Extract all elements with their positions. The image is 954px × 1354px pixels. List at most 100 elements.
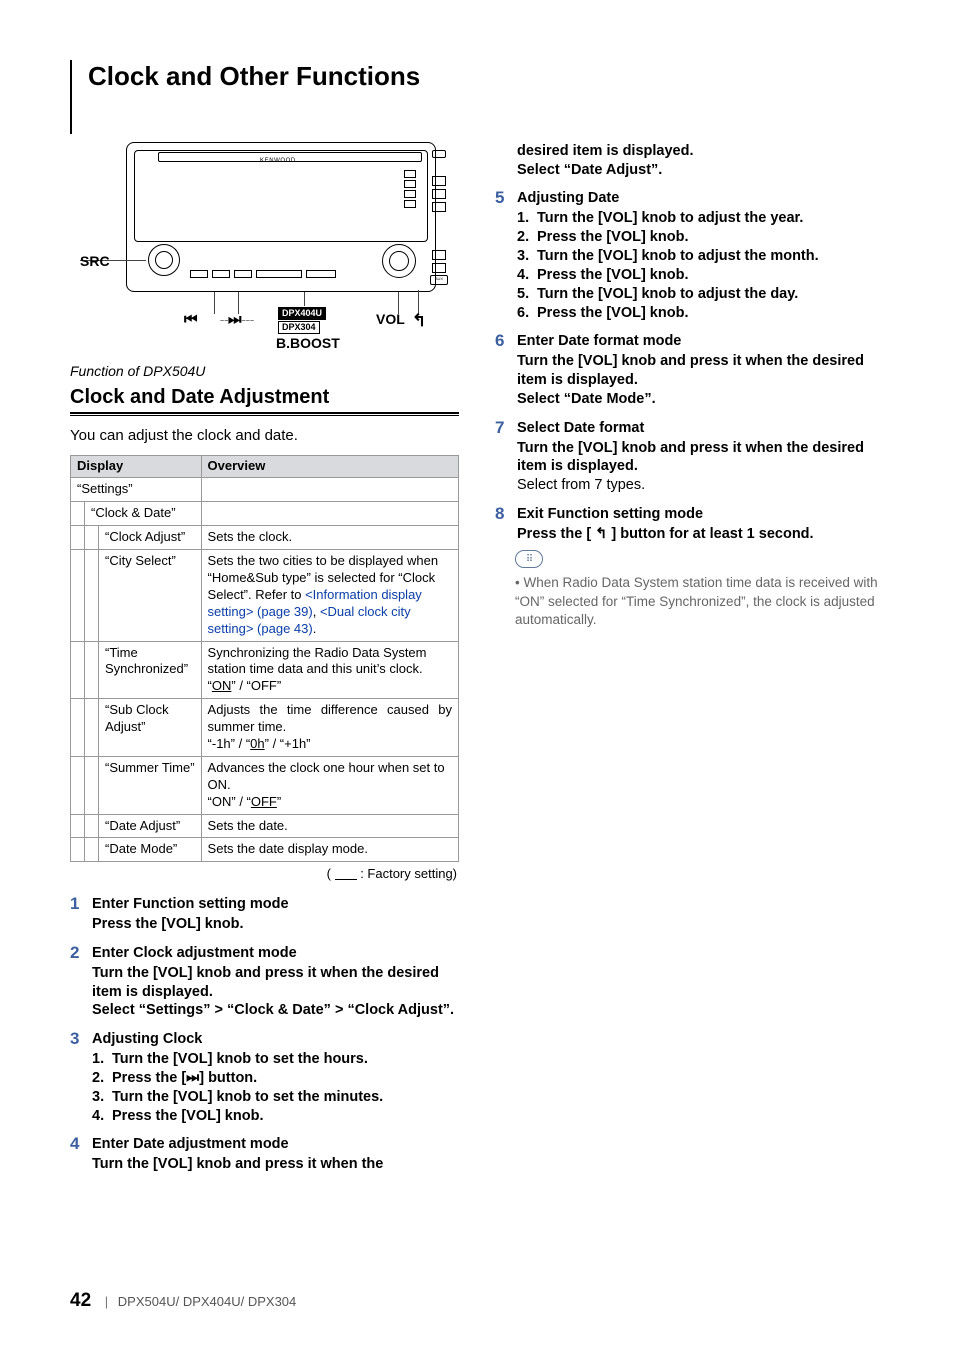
chevron-right-icon: > <box>214 1002 222 1018</box>
device-figure: AUX KENWOOD ~~~~~~~~ SRC ⏮ ⏭ VOL ↰ <box>80 142 460 332</box>
step-title: Enter Date format mode <box>517 332 884 351</box>
page-title: Clock and Other Functions <box>88 60 884 94</box>
cell-display: “Clock Adjust” <box>99 526 202 550</box>
step-text: Select “Date Mode”. <box>517 390 884 409</box>
table-row: “Summer Time” Advances the clock one hou… <box>71 756 459 814</box>
substep: 5.Turn the [VOL] knob to adjust the day. <box>517 285 884 304</box>
table-row: “City Select” Sets the two cities to be … <box>71 550 459 641</box>
step-text: Press the [ ↰ ] button for at least 1 se… <box>517 525 884 544</box>
step-number: 3 <box>70 1030 84 1125</box>
next-track-icon: ⏭ <box>186 1070 199 1086</box>
step-text: Turn the [VOL] knob and press it when th… <box>517 352 884 390</box>
step-8: 8 Exit Function setting mode Press the [… <box>495 505 884 544</box>
substep: 4.Press the [VOL] knob. <box>92 1107 459 1126</box>
step-text: desired item is displayed. <box>517 142 884 161</box>
substep: 2.Press the [⏭] button. <box>92 1069 459 1088</box>
note-icon: ⠿ <box>515 550 543 568</box>
model-badge-1: DPX404U <box>278 307 326 321</box>
brand-label: KENWOOD <box>260 158 296 166</box>
cell-overview: Sets the two cities to be displayed when… <box>201 550 458 641</box>
notes-list: When Radio Data System station time data… <box>495 574 884 629</box>
step-title: Exit Function setting mode <box>517 505 884 524</box>
table-row: “Settings” <box>71 478 459 502</box>
table-row: “Date Adjust” Sets the date. <box>71 814 459 838</box>
substep: 3.Turn the [VOL] knob to set the minutes… <box>92 1088 459 1107</box>
cell-display: “Settings” <box>71 478 202 502</box>
step-2: 2 Enter Clock adjustment mode Turn the [… <box>70 944 459 1020</box>
right-column: desired item is displayed. Select “Date … <box>495 142 884 1174</box>
step-subtext: Select from 7 types. <box>517 476 884 495</box>
cell-display: “Sub Clock Adjust” <box>99 699 202 757</box>
side-buttons <box>432 176 446 212</box>
eject-button-icon <box>432 150 446 158</box>
cell-display: “City Select” <box>99 550 202 641</box>
step-text: Press the [VOL] knob. <box>92 915 459 934</box>
step-6: 6 Enter Date format mode Turn the [VOL] … <box>495 332 884 408</box>
table-row: “Clock Adjust” Sets the clock. <box>71 526 459 550</box>
cell-overview <box>201 502 458 526</box>
page-number: 42 <box>70 1290 91 1311</box>
col-overview: Overview <box>201 456 458 478</box>
src-knob-icon <box>148 244 180 276</box>
cell-overview: Sets the clock. <box>201 526 458 550</box>
step-number: 4 <box>70 1135 84 1174</box>
step-5: 5 Adjusting Date 1.Turn the [VOL] knob t… <box>495 189 884 322</box>
prev-track-icon: ⏮ <box>184 310 198 330</box>
step-number: 1 <box>70 895 84 934</box>
section-rule <box>70 412 459 416</box>
factory-setting-note: ( : Factory setting) <box>70 866 457 883</box>
back-icon: ↰ <box>595 526 607 542</box>
step-title: Enter Date adjustment mode <box>92 1135 459 1154</box>
cell-display: “Clock & Date” <box>85 502 202 526</box>
cell-overview: Adjusts the time difference caused by su… <box>201 699 458 757</box>
step-text: Turn the [VOL] knob and press it when th… <box>92 1155 459 1174</box>
substep: 2.Press the [VOL] knob. <box>517 228 884 247</box>
step-title: Adjusting Date <box>517 189 884 208</box>
step-text: Turn the [VOL] knob and press it when th… <box>92 964 459 1002</box>
cell-overview: Synchronizing the Radio Data System stat… <box>201 641 458 699</box>
step-number: 8 <box>495 505 509 544</box>
step-number: 5 <box>495 189 509 322</box>
step-7: 7 Select Date format Turn the [VOL] knob… <box>495 419 884 495</box>
settings-table: Display Overview “Settings” “Clock & Dat… <box>70 455 459 862</box>
step-number: 7 <box>495 419 509 495</box>
page-footer: 42 | DPX504U/ DPX404U/ DPX304 <box>70 1289 296 1314</box>
substep: 1.Turn the [VOL] knob to set the hours. <box>92 1050 459 1069</box>
substep: 6.Press the [VOL] knob. <box>517 304 884 323</box>
cell-overview: Advances the clock one hour when set to … <box>201 756 458 814</box>
table-row: “Date Mode” Sets the date display mode. <box>71 838 459 862</box>
step-text: Turn the [VOL] knob and press it when th… <box>517 439 884 477</box>
table-header-row: Display Overview <box>71 456 459 478</box>
cell-display: “Date Adjust” <box>99 814 202 838</box>
step-title: Adjusting Clock <box>92 1030 459 1049</box>
cell-overview: Sets the date. <box>201 814 458 838</box>
button-row <box>190 270 336 278</box>
aux-port-icon: AUX <box>430 275 448 285</box>
cell-display: “Time Synchronized” <box>99 641 202 699</box>
table-row: “Sub Clock Adjust” Adjusts the time diff… <box>71 699 459 757</box>
step-title: Enter Function setting mode <box>92 895 459 914</box>
cell-overview <box>201 478 458 502</box>
next-track-icon: ⏭ <box>228 310 242 330</box>
callout-src: SRC <box>80 252 110 270</box>
table-row: “Time Synchronized” Synchronizing the Ra… <box>71 641 459 699</box>
substep: 3.Turn the [VOL] knob to adjust the mont… <box>517 247 884 266</box>
step-4: 4 Enter Date adjustment mode Turn the [V… <box>70 1135 459 1174</box>
footer-models: DPX504U/ DPX404U/ DPX304 <box>118 1294 296 1309</box>
model-badge-2: DPX304 <box>278 321 320 335</box>
display-area <box>150 170 420 236</box>
vol-knob-icon <box>382 244 416 278</box>
step-3: 3 Adjusting Clock 1.Turn the [VOL] knob … <box>70 1030 459 1125</box>
col-display: Display <box>71 456 202 478</box>
substep: 4.Press the [VOL] knob. <box>517 266 884 285</box>
cell-display: “Summer Time” <box>99 756 202 814</box>
back-icon: ↰ <box>412 310 426 332</box>
step-text: Select “Date Adjust”. <box>517 161 884 180</box>
side-buttons-lower <box>432 250 446 273</box>
section-intro: You can adjust the clock and date. <box>70 426 459 446</box>
step-number: 2 <box>70 944 84 1020</box>
cell-overview: Sets the date display mode. <box>201 838 458 862</box>
substep: 1.Turn the [VOL] knob to adjust the year… <box>517 209 884 228</box>
section-heading: Clock and Date Adjustment <box>70 384 459 410</box>
table-row: “Clock & Date” <box>71 502 459 526</box>
